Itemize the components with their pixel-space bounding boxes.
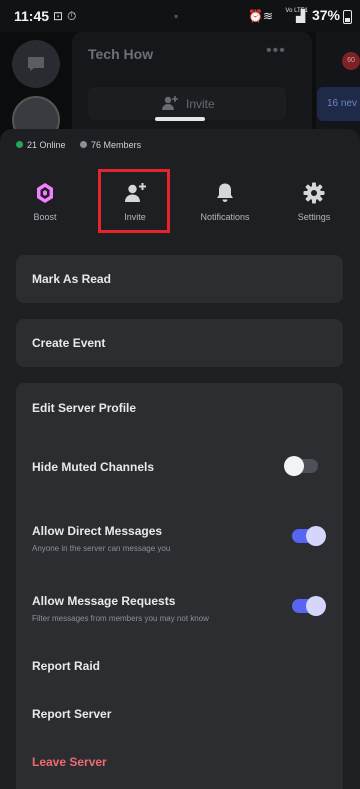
add-user-icon: [162, 96, 178, 110]
gear-icon: [303, 182, 325, 204]
online-count: 21 Online: [27, 140, 66, 150]
background-app: Tech How ••• Invite 60 16 nev: [0, 32, 360, 142]
create-event-label: Create Event: [32, 336, 106, 350]
toggle-knob: [306, 596, 326, 616]
allow-message-requests-description: Filter messages from members you may not…: [32, 614, 209, 623]
status-bar: 11:45 ⊡ ⏱ ▪ ⏰ ≋ Vo LTE1 ▟ 37%: [0, 0, 360, 32]
members-dot-icon: [80, 141, 88, 148]
server-name: Tech How: [88, 46, 154, 62]
server-stats: 21 Online 76 Members: [16, 140, 153, 150]
alarm-clock-icon: ⏰: [248, 9, 263, 23]
notifications-label: Notifications: [200, 212, 250, 222]
hide-muted-channels-item[interactable]: Hide Muted Channels: [32, 460, 154, 474]
invite-label: Invite: [186, 97, 215, 111]
battery-percent: 37%: [311, 7, 340, 23]
server-menu-sheet: 21 Online 76 Members Boost Invite Notifi…: [0, 129, 360, 789]
allow-message-requests-toggle[interactable]: [292, 596, 326, 616]
allow-direct-messages-toggle[interactable]: [292, 526, 326, 546]
online-stat: 21 Online: [16, 140, 66, 150]
boost-button[interactable]: Boost: [10, 173, 80, 231]
report-raid-item[interactable]: Report Raid: [32, 659, 100, 673]
toggle-knob: [306, 526, 326, 546]
boost-label: Boost: [33, 212, 57, 222]
mark-as-read-label: Mark As Read: [32, 272, 111, 286]
report-server-item[interactable]: Report Server: [32, 707, 111, 721]
boost-icon: [37, 183, 53, 203]
notification-icon: ▪: [174, 9, 179, 23]
bell-icon: [217, 183, 233, 202]
hide-muted-toggle[interactable]: [284, 456, 318, 476]
new-messages-pill[interactable]: 16 nev: [317, 87, 360, 121]
online-dot-icon: [16, 141, 23, 148]
allow-direct-messages-description: Anyone in the server can message you: [32, 544, 171, 553]
settings-label: Settings: [297, 212, 331, 222]
allow-message-requests-item[interactable]: Allow Message Requests: [32, 594, 175, 608]
more-icon[interactable]: •••: [266, 42, 286, 60]
status-time: 11:45: [14, 8, 50, 24]
quick-actions: Boost Invite Notifications Settings: [0, 173, 360, 231]
allow-direct-messages-item[interactable]: Allow Direct Messages: [32, 524, 162, 538]
edit-server-profile-item[interactable]: Edit Server Profile: [32, 401, 136, 415]
wifi-icon: ≋: [263, 9, 274, 23]
settings-button[interactable]: Settings: [279, 173, 349, 231]
member-count: 76 Members: [91, 140, 142, 150]
leave-server-item[interactable]: Leave Server: [32, 755, 107, 769]
invite-highlight-box: [98, 169, 170, 233]
battery-icon: [343, 10, 352, 24]
mark-as-read-button[interactable]: Mark As Read: [16, 255, 343, 303]
screenshot-icon: ⊡: [53, 9, 64, 23]
notification-badge: 60: [342, 52, 360, 70]
sheet-drag-handle[interactable]: [155, 117, 205, 121]
toggle-knob: [284, 456, 304, 476]
direct-messages-icon[interactable]: [12, 40, 60, 88]
members-stat: 76 Members: [80, 140, 141, 150]
signal-icon: ▟: [296, 9, 306, 23]
create-event-button[interactable]: Create Event: [16, 319, 343, 367]
notifications-button[interactable]: Notifications: [190, 173, 260, 231]
invite-button-background[interactable]: Invite: [88, 87, 286, 120]
alarm-icon: ⏱: [67, 9, 77, 23]
server-options-list: Edit Server Profile Hide Muted Channels …: [16, 383, 343, 789]
